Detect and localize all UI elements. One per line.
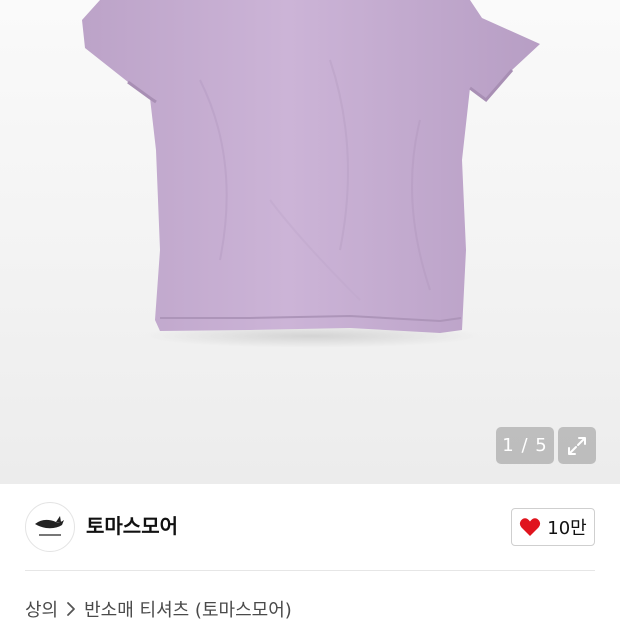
like-button[interactable]: 10만 [511, 508, 595, 546]
heart-icon [520, 518, 541, 536]
breadcrumb: 상의 반소매 티셔츠 (토마스모어) [25, 596, 292, 620]
divider [25, 570, 595, 571]
like-count: 10만 [547, 518, 587, 539]
brand-name[interactable]: 토마스모어 [86, 512, 178, 540]
expand-image-button[interactable] [558, 427, 596, 464]
breadcrumb-category[interactable]: 상의 [25, 596, 58, 620]
brand-logo[interactable] [25, 502, 75, 552]
whale-logo-icon [35, 516, 64, 536]
expand-icon [568, 436, 586, 455]
product-image [82, 0, 540, 348]
chevron-right-icon [66, 601, 76, 617]
brand-row: 토마스모어 10만 [0, 484, 620, 570]
product-image-gallery[interactable]: 1 / 5 [0, 0, 620, 484]
breadcrumb-subcategory[interactable]: 반소매 티셔츠 (토마스모어) [84, 596, 292, 620]
image-counter: 1 / 5 [496, 427, 554, 464]
